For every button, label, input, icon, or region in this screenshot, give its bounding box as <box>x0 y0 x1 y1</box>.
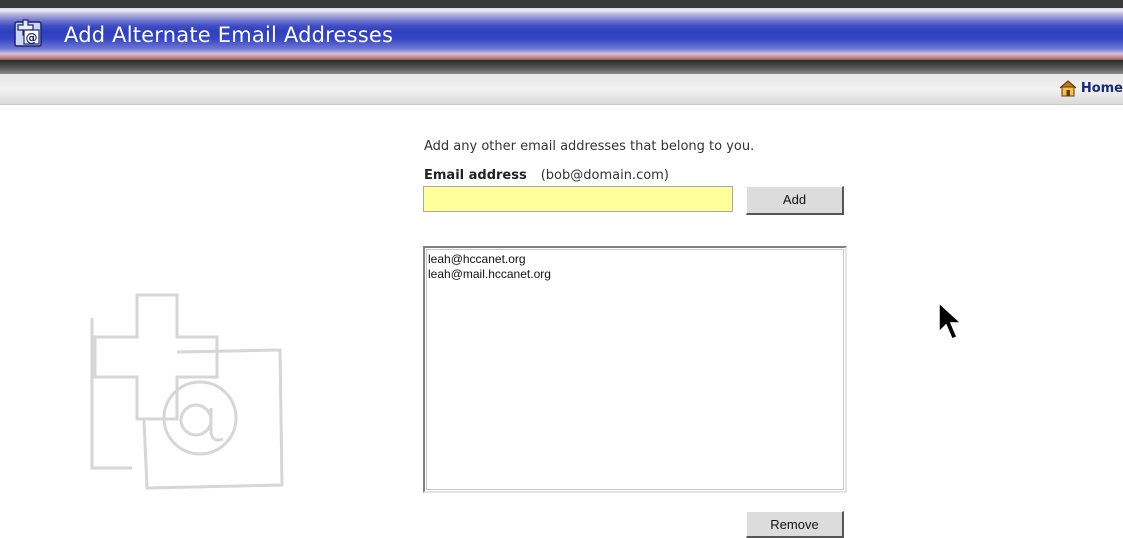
header-divider <box>0 60 1123 74</box>
email-list-item[interactable]: leah@hccanet.org <box>425 252 551 267</box>
email-listbox[interactable]: leah@hccanet.org leah@mail.hccanet.org <box>423 246 847 493</box>
svg-text:@: @ <box>26 31 38 45</box>
top-border <box>0 0 1123 8</box>
home-label: Home <box>1080 80 1123 96</box>
email-list-item[interactable]: leah@mail.hccanet.org <box>425 267 551 282</box>
add-email-watermark-icon <box>90 293 284 490</box>
add-button[interactable]: Add <box>746 186 844 215</box>
nav-bar: Home <box>0 74 1123 105</box>
intro-text: Add any other email addresses that belon… <box>424 139 755 154</box>
email-hint: (bob@domain.com) <box>540 168 669 183</box>
title-bar: @ Add Alternate Email Addresses <box>0 8 1123 60</box>
email-list: leah@hccanet.org leah@mail.hccanet.org <box>425 252 551 282</box>
email-input[interactable] <box>423 186 733 212</box>
mouse-pointer-icon <box>938 302 963 340</box>
page-title: Add Alternate Email Addresses <box>64 23 394 47</box>
remove-button[interactable]: Remove <box>746 511 844 538</box>
home-link[interactable]: Home <box>1058 79 1123 97</box>
email-label: Email address <box>424 168 527 183</box>
add-email-icon: @ <box>14 19 42 47</box>
email-label-row: Email address (bob@domain.com) <box>424 168 669 183</box>
house-icon <box>1059 80 1077 97</box>
